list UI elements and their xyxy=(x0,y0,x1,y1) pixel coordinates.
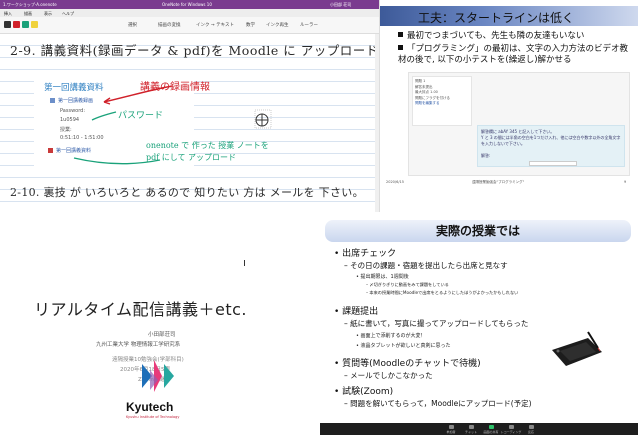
ribbon-math[interactable]: 数学 xyxy=(246,22,255,28)
slide-title: 実際の授業では xyxy=(325,220,631,242)
onenote-menubar: 挿入 描画 表示 ヘルプ xyxy=(0,9,379,17)
item-deadline-note1: – 〆切ぎりぎりに動画をみて課題をしている xyxy=(366,282,449,287)
item-attendance-sub: – その日の課題・宿題を提出したら出席と見なす xyxy=(344,261,508,270)
pen-tablet-image xyxy=(552,331,602,366)
ribbon-ink-replay[interactable]: インク再生 xyxy=(266,22,289,28)
slide-title-page: リアルタイム配信講義＋etc. 小田部荘司 九州工業大学 物理情報工学研究系 遠… xyxy=(0,212,320,435)
item-attendance: • 出席チェック xyxy=(334,249,397,259)
share-screen-icon xyxy=(488,425,494,429)
item-exam-sub: – 問題を解いてもらって，Moodleにアップロード(予定) xyxy=(344,399,532,408)
chat-icon xyxy=(468,425,474,429)
zoom-toolbar: 参加者 チャット 画面の共有 レコーディング 反応 xyxy=(320,423,638,435)
move-cursor-icon xyxy=(255,113,269,127)
bullet-square-icon xyxy=(398,32,403,37)
footer-title: 遠隔授業勉強会"プログラミング" xyxy=(472,180,525,184)
slide-title-bar: 工夫：スタートラインは低く xyxy=(380,6,638,26)
presentation-title: リアルタイム配信講義＋etc. xyxy=(34,300,248,319)
selection-box xyxy=(254,109,272,129)
annotation-onenote-note: onenote で 作った 授業 ノートを xyxy=(146,141,269,150)
onenote-titlebar: 1.ワークショップ-A.onenote OneNote for Windows … xyxy=(0,0,379,9)
kyutech-logo-icon xyxy=(142,360,174,392)
item-deadline: • 提出期限は、1週間後 xyxy=(356,274,409,280)
zoom-reactions-button[interactable]: 反応 xyxy=(516,425,546,434)
ribbon-ink-convert[interactable]: 描画の変換 xyxy=(158,22,181,28)
reaction-icon xyxy=(528,425,534,429)
footer-date: 2020/6/15 xyxy=(386,180,404,184)
quiz-screenshot: 問題 1 解答未提出 最大評点 1.00 問題にフラグを付ける 問題を編集する … xyxy=(408,72,630,176)
window-title-app: OneNote for Windows 10 xyxy=(162,2,212,7)
handwritten-note-2-10: 2-10. 裏技 が いろいろと あるので 知りたい 方は メールを 下さい。 xyxy=(10,186,364,199)
kyutech-wordmark: Kyutech xyxy=(126,400,174,414)
item-assignment: • 課題提出 xyxy=(334,307,379,317)
annotation-pdf-upload: pdf にして アップロード xyxy=(146,153,237,162)
green-arrow-stroke xyxy=(91,111,117,121)
bullet-2: 「プログラミング」の最初は、文字の入力方法のビデオ教材の後で, 以下の小テストを… xyxy=(398,44,629,65)
ribbon-select[interactable]: 選択 xyxy=(128,22,137,28)
quiz-info-box: 問題 1 解答未提出 最大評点 1.00 問題にフラグを付ける 問題を編集する xyxy=(412,76,472,126)
pen-red-icon[interactable] xyxy=(13,21,20,28)
ribbon-ink-to-text[interactable]: インク → テキスト xyxy=(196,22,234,28)
author-name: 小田部荘司 xyxy=(148,332,176,338)
footer-page: 9 xyxy=(624,180,627,184)
kyutech-subtitle: Kyushu Institute of Technology xyxy=(126,415,180,419)
annotation-recording-info: 講義の録画情報 xyxy=(140,82,210,93)
item-questions-sub: – メールでしかこなかった xyxy=(344,371,433,380)
onenote-window: 1.ワークショップ-A.onenote OneNote for Windows … xyxy=(0,0,379,212)
pen-black-icon[interactable] xyxy=(4,21,11,28)
window-title-user: 小田部 荘司 xyxy=(330,2,352,7)
window-title-notebook: 1.ワークショップ-A.onenote xyxy=(3,2,57,7)
slide-kufu: 工夫：スタートラインは低く 最初でつまづいても、先生も隣の友達もいない 「プログ… xyxy=(379,0,638,212)
slide-actual-class: 実際の授業では • 出席チェック – その日の課題・宿題を提出したら出席と見なす… xyxy=(320,212,638,435)
bullet-1: 最初でつまづいても、先生も隣の友達もいない xyxy=(398,31,634,42)
pen-green-icon[interactable] xyxy=(22,21,29,28)
item-assignment-sub: – 紙に書いて，写真に撮ってアップロードしてもらった xyxy=(344,319,529,328)
ribbon-ruler[interactable]: ルーラー xyxy=(300,22,318,28)
edit-question-link: 問題を編集する xyxy=(415,101,440,105)
author-affiliation: 九州工業大学 物理情報工学研究系 xyxy=(96,342,181,348)
text-cursor xyxy=(244,260,245,266)
record-icon xyxy=(508,425,514,429)
participants-icon xyxy=(448,425,454,429)
item-tablet-wish: • 液晶タブレットが欲しいと真剣に思った xyxy=(356,343,451,349)
bullet-square-icon xyxy=(398,45,403,50)
item-deadline-note2: – 本来の授業時間にMoodleで出席をとるようにしたほうがよかったかもしれない xyxy=(366,290,519,295)
item-correction: • 画面上で添削するのが大変！ xyxy=(356,333,426,339)
item-questions: • 質問等(Moodleのチャットで待機) xyxy=(334,359,481,369)
item-exam: • 試験(Zoom) xyxy=(334,387,394,397)
onenote-page[interactable]: 2-9. 講義資料(録画データ & pdf)を Moodle に アップロード … xyxy=(0,34,379,212)
highlighter-icon[interactable] xyxy=(31,21,38,28)
slide-title: 工夫：スタートラインは低く xyxy=(418,11,575,25)
annotation-password: パスワード xyxy=(118,111,164,121)
onenote-ribbon: 選択 描画の変換 インク → テキスト 数学 インク再生 ルーラー xyxy=(0,17,379,34)
quiz-answer-input[interactable] xyxy=(529,161,577,166)
